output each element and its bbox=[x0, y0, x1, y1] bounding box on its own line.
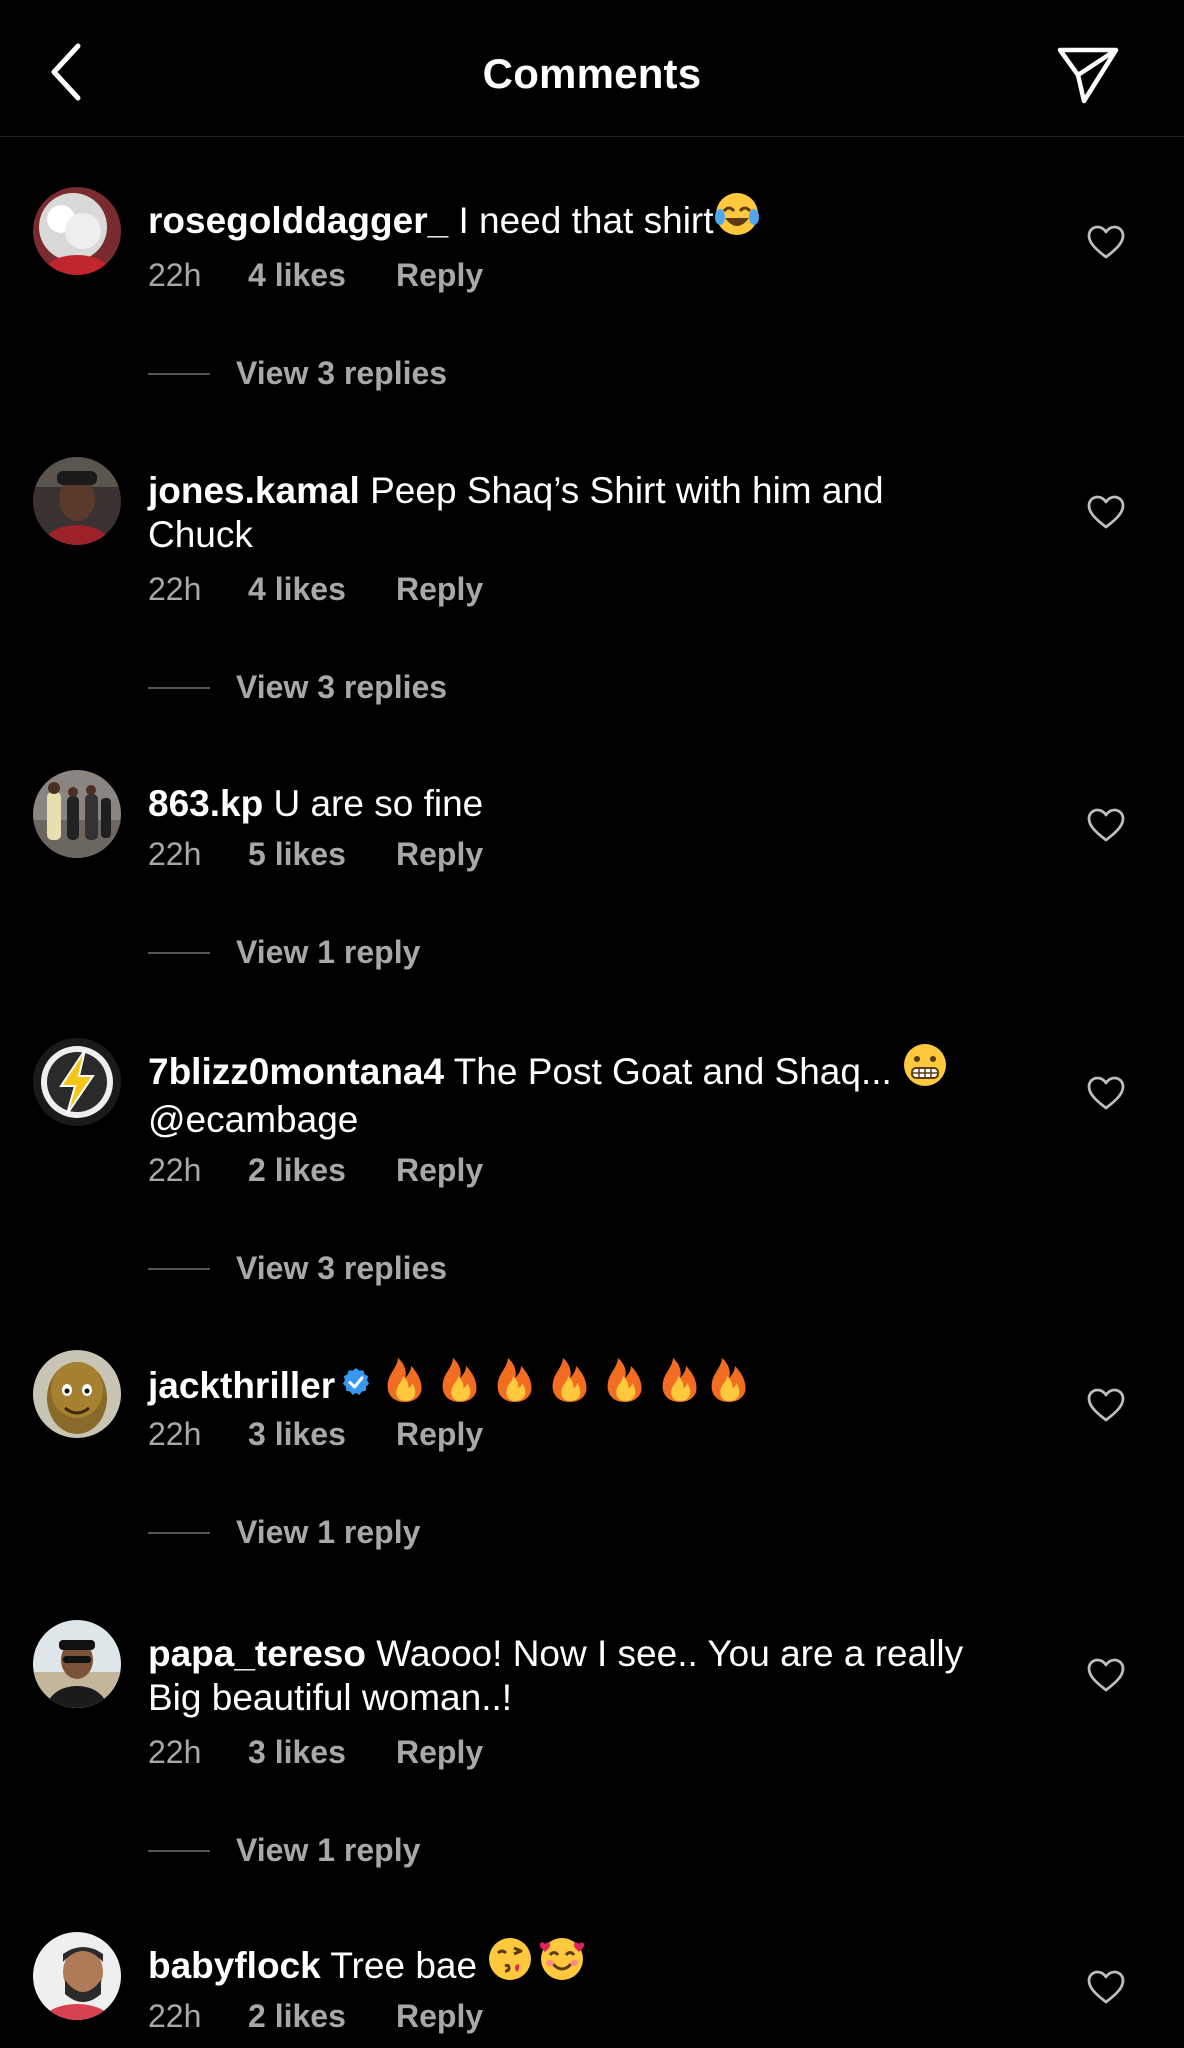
view-replies-label: View 3 replies bbox=[236, 355, 448, 391]
comment-body: U are so fine bbox=[263, 783, 484, 824]
comment-username[interactable]: 7blizz0montana4 bbox=[148, 1051, 444, 1092]
reply-button[interactable]: Reply bbox=[396, 571, 483, 608]
avatar[interactable] bbox=[33, 1350, 121, 1438]
comment-username[interactable]: rosegolddagger_ bbox=[148, 200, 448, 241]
comment-meta: 22h 5 likes Reply bbox=[148, 836, 483, 873]
reply-divider-line bbox=[148, 1531, 210, 1534]
avatar[interactable] bbox=[33, 457, 121, 545]
comment-text: rosegolddagger_ I need that shirt bbox=[148, 193, 1028, 247]
view-replies-button[interactable]: View 3 replies bbox=[148, 1250, 447, 1287]
comment-username[interactable]: jackthriller bbox=[148, 1365, 335, 1406]
comment-meta: 22h 3 likes Reply bbox=[148, 1734, 483, 1771]
heart-icon[interactable] bbox=[1086, 1968, 1126, 2008]
avatar[interactable] bbox=[33, 770, 121, 858]
comment-likes[interactable]: 2 likes bbox=[248, 1152, 398, 1189]
comment-timestamp: 22h bbox=[148, 571, 202, 607]
comment-meta: 22h 3 likes Reply bbox=[148, 1416, 483, 1453]
view-replies-button[interactable]: View 1 reply bbox=[148, 1832, 420, 1869]
comment-username[interactable]: papa_tereso bbox=[148, 1633, 366, 1674]
avatar[interactable] bbox=[33, 1038, 121, 1126]
heart-icon[interactable] bbox=[1086, 806, 1126, 846]
reply-button[interactable]: Reply bbox=[396, 1152, 483, 1189]
view-replies-label: View 3 replies bbox=[236, 1250, 448, 1286]
comment-likes[interactable]: 4 likes bbox=[248, 257, 398, 294]
comment-likes[interactable]: 3 likes bbox=[248, 1734, 398, 1771]
comment-text: jones.kamal Peep Shaq’s Shirt with him a… bbox=[148, 469, 1028, 557]
face-blowing-kiss-emoji bbox=[487, 1936, 533, 1992]
heart-icon[interactable] bbox=[1086, 1656, 1126, 1696]
comment-text: 7blizz0montana4 The Post Goat and Shaq..… bbox=[148, 1044, 1028, 1142]
avatar[interactable] bbox=[33, 187, 121, 275]
comment-likes[interactable]: 2 likes bbox=[248, 1998, 398, 2035]
smiling-face-with-hearts-emoji bbox=[539, 1936, 585, 1992]
comment-timestamp: 22h bbox=[148, 1734, 202, 1770]
comment-body: Peep Shaq’s Shirt with him and bbox=[359, 470, 884, 511]
heart-icon[interactable] bbox=[1086, 223, 1126, 263]
comment-body: Waooo! Now I see.. You are a really bbox=[366, 1633, 964, 1674]
comment-username[interactable]: 863.kp bbox=[148, 783, 263, 824]
avatar[interactable] bbox=[33, 1932, 121, 2020]
comment-text: 863.kp U are so fine bbox=[148, 782, 1028, 826]
comment-body: Tree bae bbox=[320, 1945, 488, 1986]
paper-plane-icon bbox=[1057, 47, 1119, 104]
view-replies-button[interactable]: View 1 reply bbox=[148, 934, 420, 971]
view-replies-button[interactable]: View 3 replies bbox=[148, 355, 447, 392]
reply-button[interactable]: Reply bbox=[396, 1998, 483, 2035]
comment-likes[interactable]: 3 likes bbox=[248, 1416, 398, 1453]
comment-body: I need that shirt bbox=[448, 200, 714, 241]
heart-icon[interactable] bbox=[1086, 493, 1126, 533]
verified-badge-icon bbox=[341, 1363, 371, 1407]
comment-timestamp: 22h bbox=[148, 836, 202, 872]
comment-timestamp: 22h bbox=[148, 1152, 202, 1188]
comment-text: jackthriller bbox=[148, 1358, 1028, 1414]
comment-likes[interactable]: 5 likes bbox=[248, 836, 398, 873]
reply-divider-line bbox=[148, 1849, 210, 1852]
reply-button[interactable]: Reply bbox=[396, 1416, 483, 1453]
view-replies-label: View 1 reply bbox=[236, 934, 421, 970]
tears-of-joy-emoji bbox=[714, 191, 760, 247]
view-replies-button[interactable]: View 3 replies bbox=[148, 669, 447, 706]
reply-divider-line bbox=[148, 1267, 210, 1270]
view-replies-label: View 1 reply bbox=[236, 1832, 421, 1868]
grimacing-face-emoji bbox=[902, 1042, 948, 1098]
view-replies-label: View 3 replies bbox=[236, 669, 448, 705]
reply-button[interactable]: Reply bbox=[396, 1734, 483, 1771]
comment-body: The Post Goat and Shaq... bbox=[444, 1051, 903, 1092]
avatar[interactable] bbox=[33, 1620, 121, 1708]
comment-timestamp: 22h bbox=[148, 1998, 202, 2034]
comment-username[interactable]: jones.kamal bbox=[148, 470, 360, 511]
page-title: Comments bbox=[482, 50, 702, 97]
reply-button[interactable]: Reply bbox=[396, 257, 483, 294]
reply-divider-line bbox=[148, 372, 210, 375]
comment-text: babyflock Tree bae bbox=[148, 1938, 1028, 1992]
view-replies-button[interactable]: View 1 reply bbox=[148, 1514, 420, 1551]
comment-meta: 22h 2 likes Reply bbox=[148, 1152, 483, 1189]
share-button[interactable] bbox=[1052, 42, 1124, 108]
comment-meta: 22h 2 likes Reply bbox=[148, 1998, 483, 2035]
comment-likes[interactable]: 4 likes bbox=[248, 571, 398, 608]
heart-icon[interactable] bbox=[1086, 1386, 1126, 1426]
comment-meta: 22h 4 likes Reply bbox=[148, 257, 483, 294]
view-replies-label: View 1 reply bbox=[236, 1514, 421, 1550]
comments-header: Comments bbox=[0, 0, 1184, 137]
comment-meta: 22h 4 likes Reply bbox=[148, 571, 483, 608]
comment-body-line2: Chuck bbox=[148, 514, 253, 555]
comment-timestamp: 22h bbox=[148, 257, 202, 293]
reply-button[interactable]: Reply bbox=[396, 836, 483, 873]
fire-emoji bbox=[383, 1354, 757, 1414]
comment-text: papa_tereso Waooo! Now I see.. You are a… bbox=[148, 1632, 1028, 1720]
comment-body-line2: Big beautiful woman..! bbox=[148, 1677, 513, 1718]
reply-divider-line bbox=[148, 686, 210, 689]
comment-timestamp: 22h bbox=[148, 1416, 202, 1452]
comment-body-line2[interactable]: @ecambage bbox=[148, 1099, 358, 1140]
heart-icon[interactable] bbox=[1086, 1074, 1126, 1114]
reply-divider-line bbox=[148, 951, 210, 954]
comment-username[interactable]: babyflock bbox=[148, 1945, 321, 1986]
